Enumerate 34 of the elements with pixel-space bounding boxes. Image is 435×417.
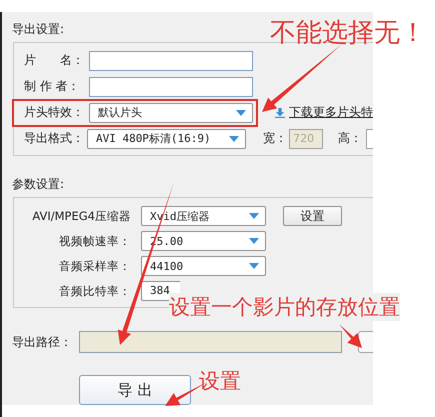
input-field[interactable] [89, 76, 253, 96]
browse-button[interactable] [358, 331, 373, 353]
section-title: 参数设置: [12, 176, 64, 192]
height-field[interactable] [366, 128, 373, 148]
dropdown[interactable]: 44100 [141, 256, 266, 276]
download-icon [275, 106, 285, 118]
path-field[interactable] [79, 331, 342, 353]
caret-icon [229, 136, 240, 142]
field-label: 宽： [263, 130, 288, 147]
section-title: 导出设置: [12, 21, 64, 37]
annotation-text: 不能选择无！ [270, 17, 426, 50]
export-button[interactable]: 导 出 [79, 375, 191, 405]
field-label: 导出格式： [24, 130, 85, 147]
field-label: 视频帧速率： [58, 234, 132, 248]
settings-button[interactable]: 设置 [283, 206, 342, 226]
annotation-text: 设置 [199, 368, 241, 395]
download-link[interactable]: 下载更多片头特 [289, 104, 373, 121]
field-label: 高： [338, 130, 362, 147]
caret-icon [249, 238, 259, 244]
field-label: 制 作 者： [24, 78, 81, 95]
caret-icon [249, 213, 259, 219]
field-label: 音频比特率： [58, 284, 132, 298]
arrow [339, 324, 362, 348]
annotation-text: 设置一个影片的存放位置 [169, 293, 400, 321]
field-label: 片头特效： [24, 104, 85, 121]
field-label: 片 名： [24, 52, 85, 69]
caret-icon [236, 110, 246, 116]
field-label: 导出路径： [12, 334, 73, 350]
input-field[interactable] [89, 50, 253, 70]
caret-icon [249, 263, 259, 269]
dropdown[interactable]: 默认片头 [89, 102, 253, 122]
dropdown[interactable]: AVI 480P标清(16:9) [86, 128, 246, 148]
field-label: 音频采样率： [58, 258, 132, 274]
field-label: AVI/MPEG4压缩器 [31, 208, 132, 224]
